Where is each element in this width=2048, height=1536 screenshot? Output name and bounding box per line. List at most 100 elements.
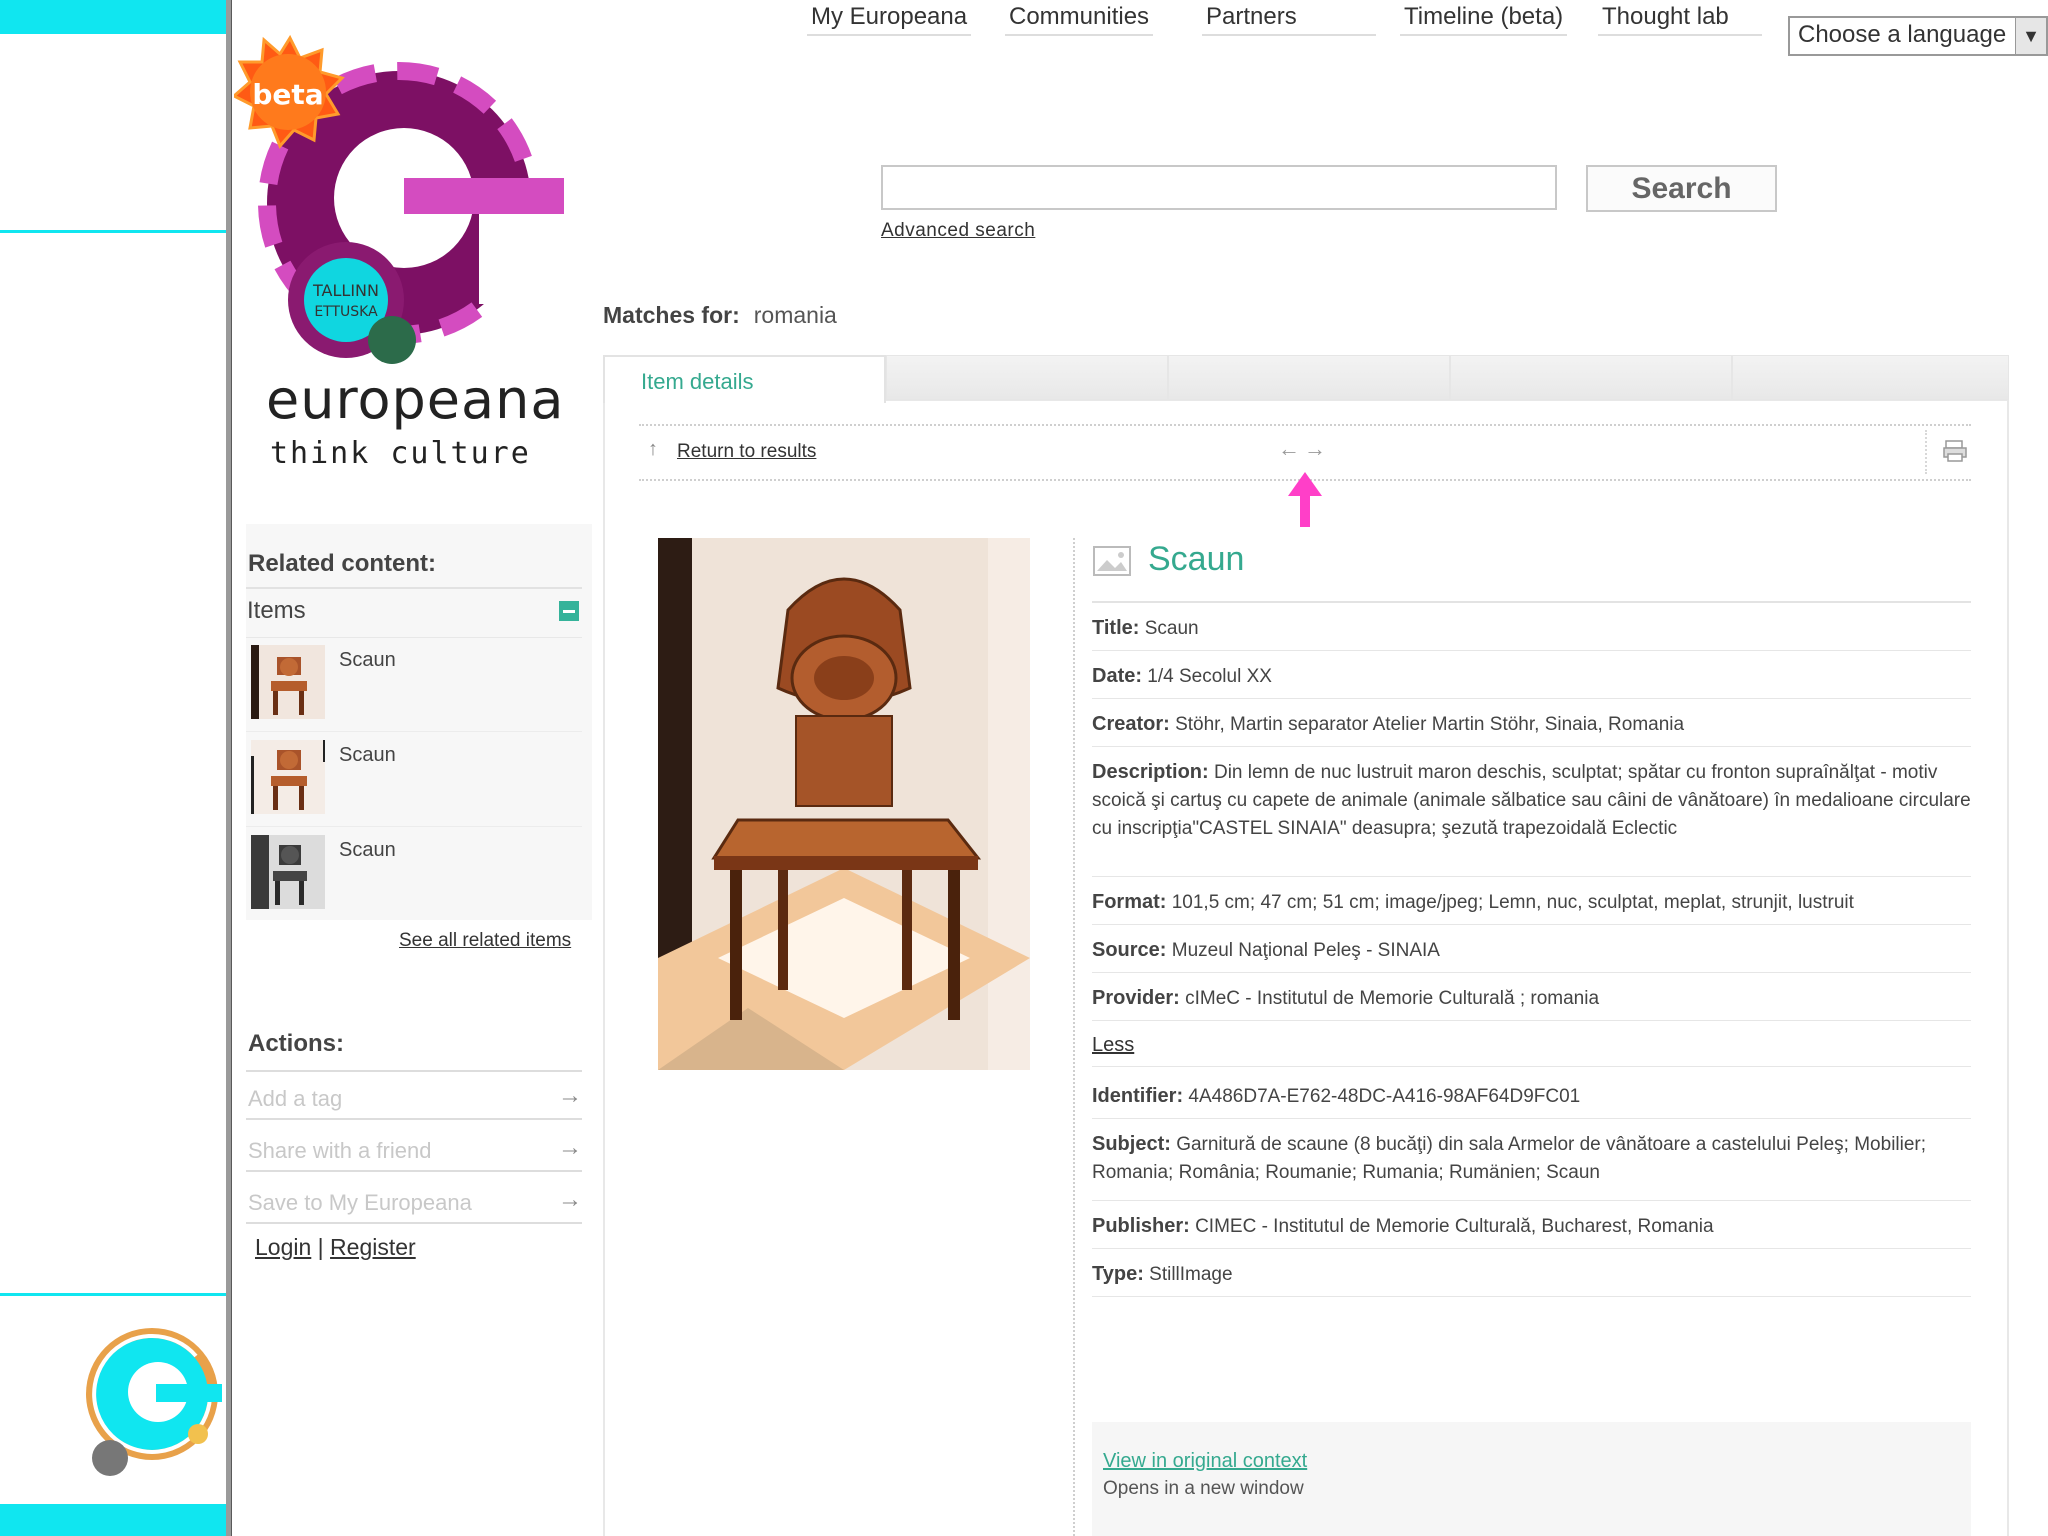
action-label: Add a tag (248, 1086, 343, 1111)
collapse-icon[interactable] (559, 601, 579, 621)
search-button[interactable]: Search (1586, 165, 1777, 212)
field-value: Muzeul Naţional Peleş - SINAIA (1171, 940, 1440, 961)
field-value: CIMEC - Institutul de Memorie Culturală,… (1195, 1216, 1714, 1237)
tab-inactive[interactable] (1732, 355, 2009, 400)
tab-bar: Item details (603, 355, 2009, 403)
divider (1092, 698, 1971, 699)
related-item[interactable]: Scaun (251, 645, 581, 735)
image-type-icon (1093, 546, 1131, 576)
divider (1092, 876, 1971, 877)
logo-wordmark: europeana (266, 368, 565, 431)
tab-label: Item details (641, 369, 754, 394)
field-label: Publisher: (1092, 1215, 1190, 1237)
action-label: Share with a friend (248, 1138, 432, 1163)
toolbar-divider (639, 424, 1971, 426)
previous-item-icon[interactable]: ← (1278, 436, 1300, 462)
arrow-right-icon: → (558, 1134, 582, 1161)
login-link[interactable]: Login (255, 1234, 311, 1260)
matches-line: Matches for: romania (603, 302, 837, 329)
related-item-label[interactable]: Scaun (339, 649, 396, 672)
related-item-label[interactable]: Scaun (339, 744, 396, 767)
field-type: Type: StillImage (1092, 1260, 1972, 1289)
field-identifier: Identifier: 4A486D7A-E762-48DC-A416-98AF… (1092, 1082, 1972, 1111)
related-item-thumbnail[interactable] (251, 645, 325, 719)
divider (1092, 1020, 1971, 1021)
related-item[interactable]: Scaun (251, 740, 581, 830)
tab-inactive[interactable] (1450, 355, 1732, 400)
return-to-results-link[interactable]: Return to results (677, 441, 816, 463)
field-label: Subject: (1092, 1133, 1171, 1155)
divider (1092, 650, 1971, 651)
field-label: Creator: (1092, 713, 1170, 735)
nav-partners[interactable]: Partners (1202, 0, 1376, 36)
item-title: Scaun (1148, 540, 1245, 578)
divider (246, 1222, 582, 1224)
field-value: Scaun (1144, 618, 1199, 639)
arrow-up-icon: ↑ (648, 438, 658, 460)
field-label: Type: (1092, 1263, 1144, 1285)
field-publisher: Publisher: CIMEC - Institutul de Memorie… (1092, 1212, 1972, 1241)
field-value: Garnitură de scaune (8 bucăţi) din sala … (1092, 1134, 1927, 1183)
next-item-icon[interactable]: → (1304, 436, 1326, 462)
opens-new-window-note: Opens in a new window (1103, 1478, 1304, 1499)
field-creator: Creator: Stöhr, Martin separator Atelier… (1092, 710, 1972, 739)
field-value: Din lemn de nuc lustruit maron deschis, … (1092, 762, 1971, 839)
nav-communities[interactable]: Communities (1005, 0, 1154, 36)
divider (1092, 1200, 1971, 1201)
login-separator: | (317, 1234, 324, 1260)
related-content-title: Related content: (248, 550, 437, 577)
svg-text:TALLINN: TALLINN (312, 281, 379, 300)
related-item-label[interactable]: Scaun (339, 839, 396, 862)
field-value: StillImage (1149, 1264, 1233, 1285)
cyan-band-top (0, 0, 226, 34)
advanced-search-link[interactable]: Advanced search (881, 220, 1035, 242)
save-my-europeana-action[interactable]: Save to My Europeana → (248, 1184, 582, 1224)
language-select[interactable]: Choose a language ▼ (1788, 16, 2048, 56)
tab-inactive[interactable] (1168, 355, 1450, 400)
items-section-label: Items (247, 597, 306, 624)
less-link[interactable]: Less (1092, 1034, 1134, 1057)
print-icon[interactable] (1943, 440, 1967, 462)
nav-timeline[interactable]: Timeline (beta) (1400, 0, 1568, 36)
field-subject: Subject: Garnitură de scaune (8 bucăţi) … (1092, 1130, 1972, 1187)
field-label: Provider: (1092, 987, 1180, 1009)
action-label: Save to My Europeana (248, 1190, 472, 1215)
divider (246, 587, 582, 589)
register-link[interactable]: Register (330, 1234, 416, 1260)
field-date: Date: 1/4 Secolul XX (1092, 662, 1972, 691)
divider (246, 637, 582, 638)
share-friend-action[interactable]: Share with a friend → (248, 1132, 582, 1172)
divider (246, 1118, 582, 1120)
login-register-row: Login | Register (255, 1234, 416, 1261)
see-all-related-link[interactable]: See all related items (399, 930, 571, 952)
field-value: 1/4 Secolul XX (1147, 666, 1272, 687)
item-image[interactable] (658, 538, 1030, 1070)
field-value: 101,5 cm; 47 cm; 51 cm; image/jpeg; Lemn… (1171, 892, 1854, 913)
field-format: Format: 101,5 cm; 47 cm; 51 cm; image/jp… (1092, 888, 1972, 917)
nav-thought-lab[interactable]: Thought lab (1598, 0, 1762, 36)
tab-item-details[interactable]: Item details (603, 355, 886, 403)
field-value: 4A486D7A-E762-48DC-A416-98AF64D9FC01 (1188, 1086, 1581, 1107)
related-item[interactable]: Scaun (251, 835, 581, 925)
field-label: Identifier: (1092, 1085, 1184, 1107)
language-select-value: Choose a language (1798, 21, 2007, 48)
nav-my-europeana[interactable]: My Europeana (807, 0, 972, 36)
related-item-thumbnail[interactable] (251, 835, 325, 909)
divider (246, 826, 582, 827)
cyan-line (0, 230, 226, 233)
add-tag-action[interactable]: Add a tag → (248, 1080, 582, 1120)
divider (1092, 1066, 1971, 1067)
view-original-context-link[interactable]: View in original context (1103, 1450, 1307, 1473)
cyan-band-bottom (0, 1504, 226, 1536)
field-value: Stöhr, Martin separator Atelier Martin S… (1175, 714, 1685, 735)
chevron-down-icon[interactable]: ▼ (2015, 18, 2046, 54)
left-decorative-strip (0, 0, 230, 1536)
divider (246, 1070, 582, 1072)
divider (1092, 1118, 1971, 1119)
toolbar-separator (1925, 430, 1927, 474)
tab-inactive[interactable] (886, 355, 1168, 400)
related-item-thumbnail[interactable] (251, 740, 325, 814)
search-input[interactable] (881, 165, 1557, 210)
divider (1092, 972, 1971, 973)
annotation-arrow-icon (1288, 472, 1322, 527)
